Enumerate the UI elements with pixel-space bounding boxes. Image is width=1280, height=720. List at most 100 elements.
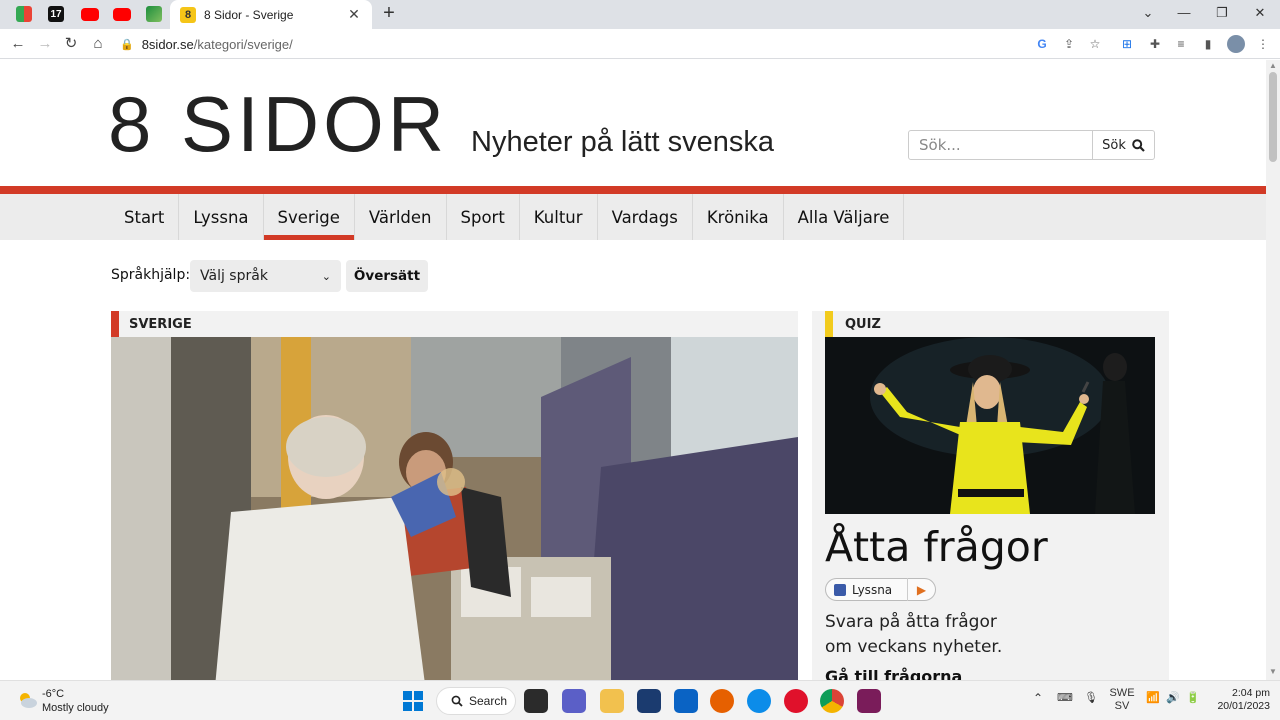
search-button-label: Sök (1102, 137, 1126, 153)
maximize-button[interactable]: ❐ (1204, 3, 1240, 23)
youtube-icon (81, 7, 99, 21)
back-arrow-icon[interactable]: ← (7, 34, 29, 54)
url-text: 8sidor.se/kategori/sverige/ (142, 37, 293, 52)
clock-date: 20/01/2023 (1217, 700, 1270, 712)
windows-start-icon[interactable] (401, 689, 425, 713)
pinned-tab-youtube-2[interactable] (110, 4, 134, 24)
search-input[interactable] (908, 130, 1094, 160)
nav-item-alla-valjare[interactable]: Alla Väljare (784, 194, 905, 240)
task-view-icon[interactable] (524, 689, 548, 713)
quiz-title[interactable]: Åtta frågor (825, 523, 1048, 571)
omnibox[interactable]: 🔒 8sidor.se/kategori/sverige/ (116, 32, 1116, 56)
lock-icon[interactable]: 🔒 (120, 38, 134, 51)
taskbar-search[interactable]: Search (436, 687, 516, 715)
tray-chevron-up-icon[interactable]: ⌃ (1033, 691, 1043, 705)
quiz-category: QUIZ (825, 311, 881, 337)
teams-chat-icon[interactable] (562, 689, 586, 713)
recorder-icon[interactable] (857, 689, 881, 713)
search-button[interactable]: Sök (1092, 130, 1155, 160)
nav-item-kronika[interactable]: Krönika (693, 194, 784, 240)
play-icon[interactable]: ▶ (907, 578, 935, 601)
volume-icon[interactable]: 🔊 (1166, 691, 1180, 704)
menu-kebab-icon[interactable]: ⋮ (1254, 35, 1272, 53)
language-select[interactable]: Välj språk ⌄ (190, 260, 341, 292)
url-path: /kategori/sverige/ (193, 36, 293, 52)
keyboard-icon[interactable]: ⌨ (1057, 691, 1073, 704)
youtube-icon (113, 7, 131, 21)
google-icon[interactable]: G (1033, 35, 1051, 53)
quiz-link[interactable]: Gå till frågorna (825, 667, 962, 680)
nav-item-lyssna[interactable]: Lyssna (179, 194, 264, 240)
scroll-down-arrow-icon[interactable]: ▼ (1266, 666, 1280, 678)
site-tagline: Nyheter på lätt svenska (471, 126, 775, 158)
forward-arrow-icon[interactable]: → (34, 34, 56, 54)
minimize-button[interactable]: — (1166, 3, 1202, 23)
close-tab-icon[interactable]: ✕ (346, 6, 362, 23)
sheets-icon (16, 6, 32, 22)
input-language-bottom: SV (1114, 700, 1130, 712)
quiz-description-line-1: Svara på åtta frågor (825, 612, 997, 632)
main-article-card[interactable]: SVERIGE (111, 311, 798, 680)
store-icon[interactable] (674, 689, 698, 713)
chrome-icon[interactable] (820, 689, 844, 713)
reading-list-icon[interactable]: ≡ (1172, 35, 1190, 53)
quiz-description: Svara på åtta frågor om veckans nyheter. (825, 610, 1025, 660)
scroll-up-arrow-icon[interactable]: ▲ (1266, 60, 1280, 72)
weather-description[interactable]: Mostly cloudy (42, 702, 109, 714)
quiz-card[interactable]: QUIZ Åtta frågor Lyssna ▶ Svara på åtta … (812, 311, 1169, 680)
cloudy-weather-icon[interactable] (16, 689, 38, 711)
nav-item-varlden[interactable]: Världen (355, 194, 447, 240)
file-explorer-icon[interactable] (600, 689, 624, 713)
pinned-tab-youtube-1[interactable] (78, 4, 102, 24)
side-panel-icon[interactable]: ▮ (1199, 35, 1217, 53)
battery-icon[interactable]: 🔋 (1186, 691, 1200, 704)
tv-icon: 17 (48, 6, 64, 22)
quiz-category-label: QUIZ (845, 316, 881, 332)
reload-icon[interactable]: ↻ (60, 34, 82, 54)
browser-tab-bar: 17 8 8 Sidor - Sverige ✕ + ⌄ — ❐ ✕ (0, 0, 1280, 29)
weather-temperature[interactable]: -6°C (42, 688, 64, 700)
quiz-photo[interactable] (825, 337, 1155, 514)
input-language[interactable]: SWE SV (1108, 687, 1136, 713)
new-tab-button[interactable]: + (378, 3, 400, 25)
pinned-tab-tv[interactable]: 17 (44, 4, 68, 24)
search-icon (1132, 138, 1145, 152)
quiz-category-bar (825, 311, 833, 337)
page-scrollbar[interactable]: ▲ ▼ (1266, 60, 1280, 680)
scrollbar-thumb[interactable] (1269, 72, 1277, 162)
profile-avatar[interactable] (1227, 35, 1245, 53)
main-nav: Start Lyssna Sverige Världen Sport Kultu… (110, 194, 905, 240)
singer-photo (825, 337, 1155, 514)
pinned-tab-mail[interactable] (142, 4, 166, 24)
nav-item-vardags[interactable]: Vardags (598, 194, 693, 240)
nav-item-kultur[interactable]: Kultur (520, 194, 598, 240)
microphone-icon[interactable]: 🎙 (1084, 691, 1098, 704)
edge-icon[interactable] (747, 689, 771, 713)
extensions-puzzle-icon[interactable]: ✚ (1146, 35, 1164, 53)
tab-search-chevron-down-icon[interactable]: ⌄ (1130, 3, 1166, 23)
nav-item-start[interactable]: Start (110, 194, 180, 240)
share-icon[interactable]: ⇪ (1060, 35, 1078, 53)
home-icon[interactable]: ⌂ (87, 34, 109, 54)
clock[interactable]: 2:04 pm 20/01/2023 (1208, 687, 1270, 713)
input-language-top: SWE (1109, 687, 1135, 699)
wifi-icon[interactable]: 📶 (1146, 691, 1160, 704)
translate-icon[interactable]: ⊞ (1118, 35, 1136, 53)
opera-icon[interactable] (784, 689, 808, 713)
tab-8sidor[interactable]: 8 8 Sidor - Sverige ✕ (170, 0, 372, 29)
firefox-icon[interactable] (710, 689, 734, 713)
listen-button[interactable]: Lyssna ▶ (825, 578, 936, 601)
category-bar (111, 311, 119, 337)
translate-button[interactable]: Översätt (346, 260, 428, 292)
app-icon[interactable] (637, 689, 661, 713)
bookmark-star-icon[interactable]: ☆ (1086, 35, 1104, 53)
site-logo[interactable]: 8 SIDOR (108, 84, 448, 164)
main-article-photo[interactable] (111, 337, 798, 680)
nav-item-sverige[interactable]: Sverige (263, 194, 355, 240)
clock-time: 2:04 pm (1232, 687, 1270, 699)
language-select-value: Välj språk (200, 268, 268, 284)
close-window-button[interactable]: ✕ (1242, 3, 1278, 23)
nav-item-sport[interactable]: Sport (447, 194, 520, 240)
pinned-tab-sheets[interactable] (12, 4, 36, 24)
listen-button-label: Lyssna (852, 582, 893, 597)
